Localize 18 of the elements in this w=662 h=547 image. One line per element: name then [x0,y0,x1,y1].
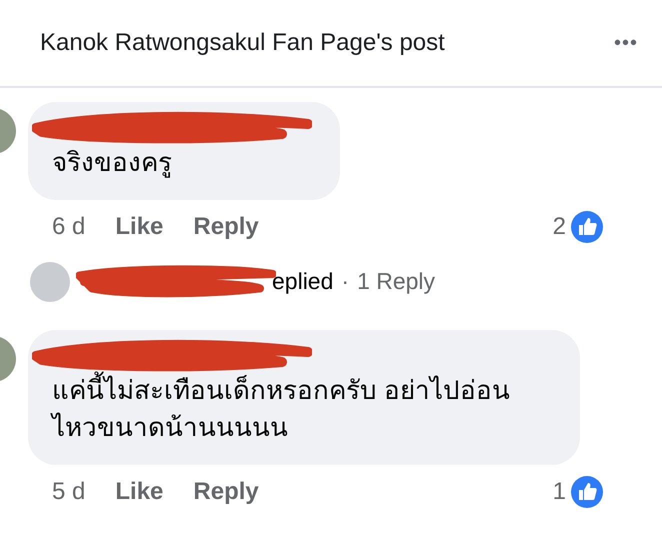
reply-link[interactable]: Reply [193,478,259,506]
comment-text: จริงของครู [52,146,173,180]
reaction-count: 1 [552,478,566,506]
like-link[interactable]: Like [115,212,164,241]
view-replies-link[interactable]: 1 Reply [357,268,436,296]
thumbs-up-icon [570,475,604,510]
thumbs-up-icon [570,210,604,244]
replied-text: eplied [272,268,334,296]
more-button[interactable]: ••• [614,32,638,54]
comment-time: 5 d [52,478,86,506]
avatar[interactable] [30,262,70,302]
reply-link[interactable]: Reply [193,212,259,241]
post-title: Kanok Ratwongsakul Fan Page's post [40,29,446,57]
reaction-count: 2 [552,212,566,241]
separator-dot: · [341,268,350,296]
like-link[interactable]: Like [115,478,164,506]
comment-time: 6 d [52,212,86,241]
comment-text: แค่นี้ไม่สะเทือนเด็กหรอกครับ อย่าไปอ่อนไหวขนาดน้านนนนน [52,372,552,448]
